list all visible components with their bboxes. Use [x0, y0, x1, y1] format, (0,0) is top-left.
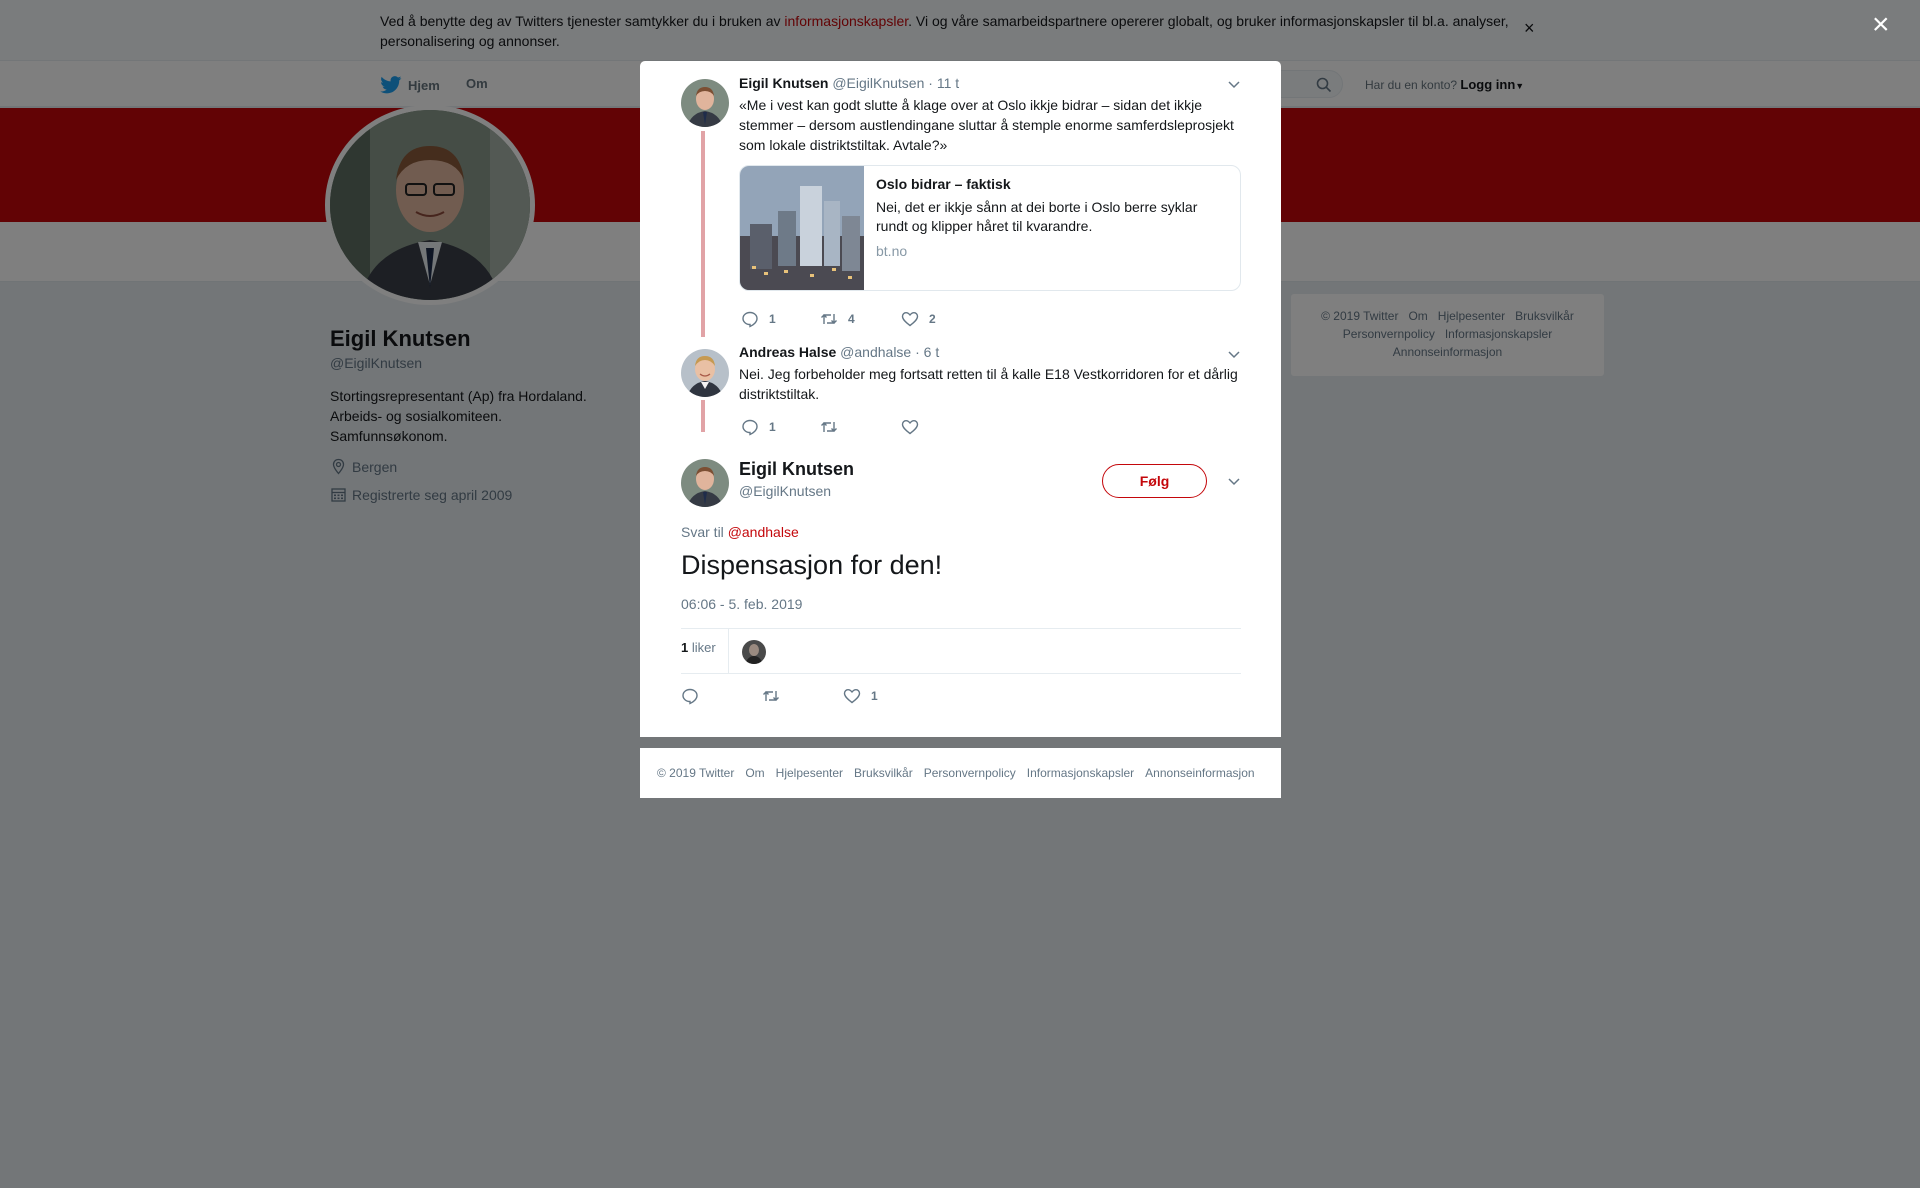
thread-connector — [701, 131, 705, 337]
reply-icon — [742, 311, 758, 328]
reply-button[interactable]: 1 — [741, 310, 776, 328]
retweet-button[interactable] — [820, 418, 848, 436]
retweet-icon — [821, 314, 837, 324]
reply-count: 1 — [769, 312, 776, 326]
chevron-down-icon[interactable] — [1227, 476, 1241, 486]
reply-button[interactable]: 1 — [741, 418, 776, 436]
like-button[interactable]: 2 — [901, 310, 936, 328]
retweet-button[interactable] — [762, 687, 790, 705]
footer-link[interactable]: © 2019 Twitter — [657, 766, 734, 780]
card-description: Nei, det er ikkje sånn at dei borte i Os… — [876, 199, 1198, 234]
tweet-text: Nei. Jeg forbeholder meg fortsatt retten… — [739, 366, 1238, 402]
main-tweet-text: Dispensasjon for den! — [681, 550, 943, 580]
retweet-icon — [821, 422, 837, 432]
link-card[interactable]: Oslo bidrar – faktisk Nei, det er ikkje … — [739, 165, 1241, 291]
like-button[interactable]: 1 — [843, 687, 878, 705]
tweet-header: Eigil Knutsen @EigilKnutsen · 11 t — [739, 75, 959, 91]
reply-icon — [742, 419, 758, 436]
avatar[interactable] — [681, 79, 729, 127]
heart-icon — [843, 688, 861, 704]
heart-icon — [901, 419, 919, 435]
person-photo-icon — [681, 79, 729, 127]
retweet-count: 4 — [848, 312, 855, 326]
avatar[interactable] — [681, 349, 729, 397]
chevron-down-icon[interactable] — [1227, 349, 1241, 359]
person-photo-icon — [742, 640, 766, 664]
liker-avatar[interactable] — [742, 640, 766, 664]
tweet-time[interactable]: · 11 t — [928, 75, 959, 91]
divider — [728, 628, 729, 673]
reply-button[interactable] — [681, 687, 709, 705]
follow-button[interactable]: Følg — [1102, 464, 1207, 498]
reply-context: Svar til @andhalse — [681, 524, 799, 540]
person-photo-icon — [681, 349, 729, 397]
reply-handle-link[interactable]: @andhalse — [728, 524, 799, 540]
like-count: 1 — [871, 689, 878, 703]
tweet-timestamp[interactable]: 06:06 - 5. feb. 2019 — [681, 596, 802, 612]
likes-stat-label: liker — [691, 640, 716, 655]
modal-footer: © 2019 Twitter Om Hjelpesenter Bruksvilk… — [640, 748, 1281, 798]
tweet-author-handle[interactable]: @andhalse — [840, 344, 911, 360]
footer-link[interactable]: Personvernpolicy — [924, 766, 1016, 780]
tweet-author-name[interactable]: Eigil Knutsen — [739, 459, 854, 480]
divider — [681, 628, 1241, 629]
footer-link[interactable]: Hjelpesenter — [776, 766, 843, 780]
reply-icon — [682, 688, 698, 705]
tweet-text: «Me i vest kan godt slutte å klage over … — [739, 97, 1234, 153]
card-domain: bt.no — [876, 243, 908, 259]
person-photo-icon — [681, 459, 729, 507]
divider — [681, 673, 1241, 674]
tweet-author-name[interactable]: Eigil Knutsen — [739, 75, 828, 91]
card-title: Oslo bidrar – faktisk — [876, 176, 1011, 192]
thread-connector — [701, 400, 705, 432]
tweet-author-name[interactable]: Andreas Halse — [739, 344, 836, 360]
like-count: 2 — [929, 312, 936, 326]
likes-stat-count: 1 — [681, 640, 689, 655]
footer-link[interactable]: Informasjonskapsler — [1027, 766, 1134, 780]
chevron-down-icon[interactable] — [1227, 79, 1241, 89]
likes-stat[interactable]: 1 liker — [681, 640, 716, 655]
tweet-header: Andreas Halse @andhalse · 6 t — [739, 344, 939, 360]
retweet-button[interactable]: 4 — [820, 310, 855, 328]
tweet-author-handle[interactable]: @EigilKnutsen — [832, 75, 924, 91]
footer-link[interactable]: Bruksvilkår — [854, 766, 913, 780]
reply-prefix: Svar til — [681, 524, 724, 540]
city-photo-icon — [740, 166, 864, 290]
tweet-author-handle[interactable]: @EigilKnutsen — [739, 483, 831, 499]
footer-link[interactable]: Om — [745, 766, 764, 780]
footer-link[interactable]: Annonseinformasjon — [1145, 766, 1254, 780]
tweet-modal: Eigil Knutsen @EigilKnutsen · 11 t «Me i… — [640, 61, 1281, 737]
like-button[interactable] — [901, 418, 929, 436]
avatar[interactable] — [681, 459, 729, 507]
retweet-icon — [763, 691, 779, 701]
tweet-time[interactable]: · 6 t — [915, 344, 939, 360]
reply-count: 1 — [769, 420, 776, 434]
close-icon[interactable]: × — [1872, 10, 1890, 40]
heart-icon — [901, 311, 919, 327]
